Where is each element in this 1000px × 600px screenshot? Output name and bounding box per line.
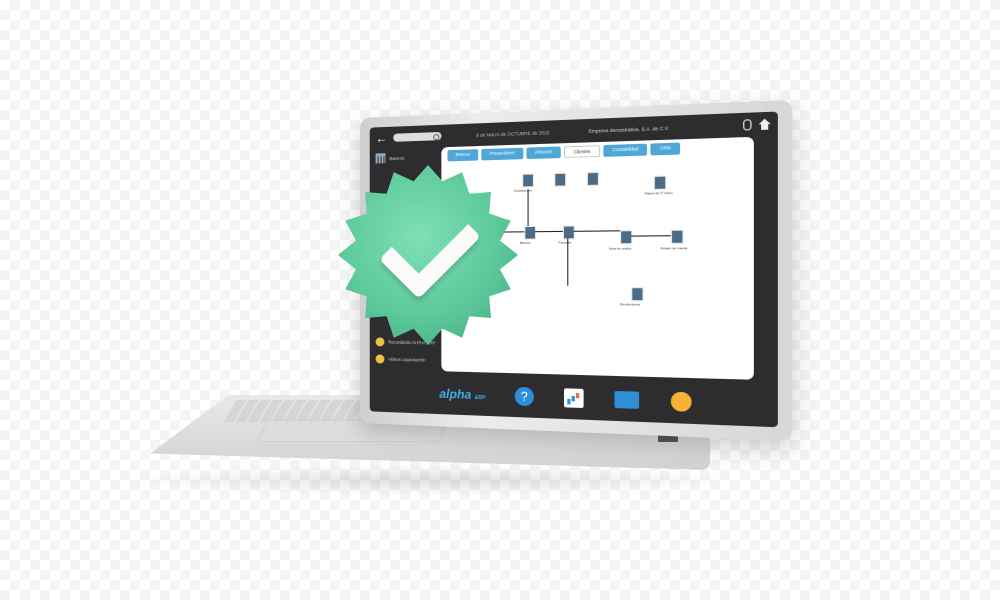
flow-node[interactable] [562, 225, 575, 240]
flow-arrow [534, 230, 563, 233]
flow-node[interactable] [620, 230, 633, 245]
grid-icon[interactable] [614, 390, 640, 409]
flow-node[interactable] [631, 287, 644, 302]
flow-node[interactable] [653, 175, 667, 190]
flow-node-label: Devoluciones [620, 302, 641, 307]
flow-arrow [527, 189, 529, 227]
verified-badge [338, 165, 518, 345]
flow-node-label: Nota de crédito [608, 246, 632, 251]
flow-arrow [567, 238, 569, 286]
help-icon[interactable]: ? [514, 386, 534, 407]
tab-almacen[interactable]: Almacén [526, 146, 561, 160]
flow-node[interactable] [670, 229, 684, 244]
flow-node-label: Pagos de 1ª mayo [644, 190, 673, 196]
tab-proveedores[interactable]: Proveedores [481, 147, 523, 161]
chart-icon[interactable] [563, 388, 584, 409]
logo-text: alpha [439, 386, 472, 402]
laptop-shadow [120, 465, 740, 495]
logo-subtext: ERP [474, 394, 486, 402]
company-name: Empresa demostrativa, S.A. de C.V. [588, 125, 670, 134]
bank-icon [375, 153, 386, 164]
tab-clientes[interactable]: Clientes [564, 145, 601, 158]
flow-node[interactable] [522, 173, 534, 188]
flow-node[interactable] [554, 172, 567, 187]
microphone-icon[interactable] [743, 119, 752, 131]
scene: ← 8 de Marzo de OCTUBRE de 2022 Empresa … [0, 0, 1000, 600]
exit-icon[interactable] [670, 391, 692, 412]
date-text: 8 de Marzo de OCTUBRE de 2022 [476, 129, 550, 138]
search-input[interactable] [393, 131, 442, 142]
tab-bancos[interactable]: Bancos [447, 149, 479, 162]
flow-arrow [631, 235, 671, 237]
play-icon [375, 354, 385, 364]
flow-node[interactable] [524, 225, 537, 240]
sidebar-item-label: Videos capacitación [388, 356, 426, 363]
flow-arrow [573, 230, 621, 232]
alpha-erp-logo: alpha ERP [439, 386, 485, 402]
tab-crm[interactable]: CRM [650, 142, 681, 156]
bottom-dock: alpha ERP ? [370, 371, 778, 427]
flow-node-label: Estado de cuenta [660, 245, 688, 251]
tab-contabilidad[interactable]: Contabilidad [603, 143, 648, 157]
sidebar-item-label: Bancos [389, 155, 405, 161]
flow-node[interactable] [586, 171, 599, 187]
flow-node-label: Facturas [558, 240, 572, 245]
flow-node-label: Bancos [520, 240, 531, 245]
home-icon[interactable] [759, 118, 771, 130]
back-arrow-icon[interactable]: ← [376, 131, 388, 146]
